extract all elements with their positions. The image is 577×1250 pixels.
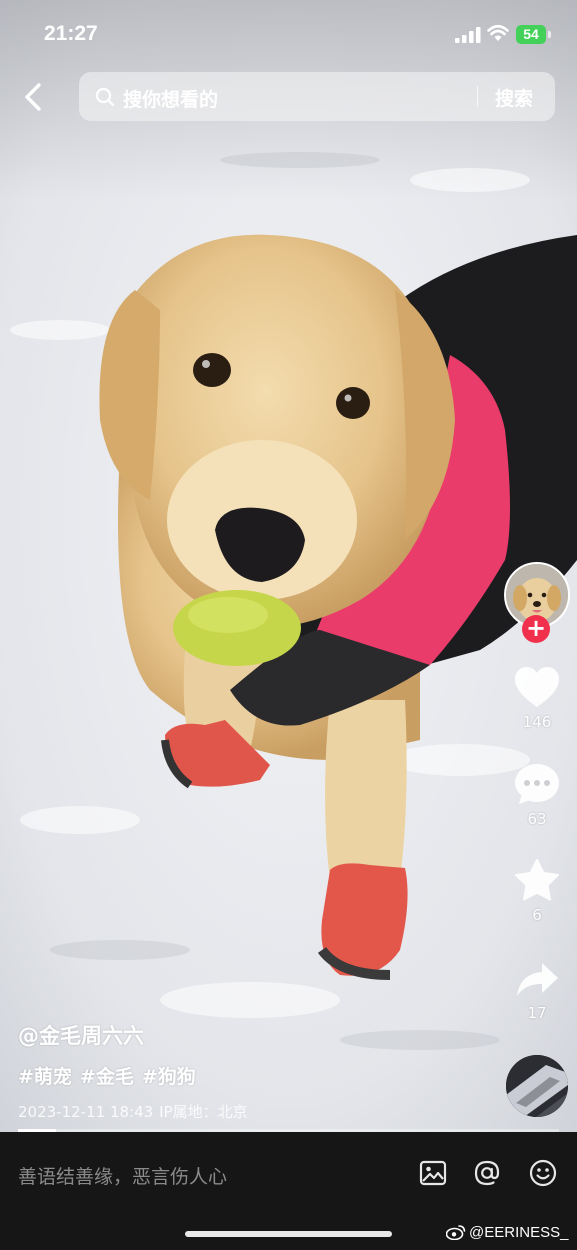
follow-button[interactable]: + bbox=[522, 615, 550, 643]
favorite-button[interactable]: 6 bbox=[507, 858, 567, 924]
search-button[interactable]: 搜索 bbox=[495, 84, 533, 111]
share-button[interactable]: 17 bbox=[507, 960, 567, 1022]
watermark-text: @EERINESS_ bbox=[469, 1224, 569, 1241]
ip-location: IP属地：北京 bbox=[159, 1103, 248, 1121]
favorite-count: 6 bbox=[532, 906, 542, 924]
post-date: 2023-12-11 18:43 bbox=[18, 1103, 154, 1121]
share-count: 17 bbox=[527, 1004, 547, 1022]
mention-icon[interactable] bbox=[472, 1158, 502, 1188]
video-frame[interactable] bbox=[0, 0, 577, 1132]
hashtag[interactable]: #金毛 bbox=[80, 1066, 134, 1088]
emoji-icon[interactable] bbox=[528, 1158, 558, 1188]
dog-in-snow-image bbox=[0, 0, 577, 1132]
comment-bubble-icon bbox=[515, 764, 559, 804]
share-arrow-icon bbox=[517, 963, 558, 996]
music-disc[interactable] bbox=[506, 1055, 568, 1117]
comment-bar: 善语结善缘，恶言伤人心 @EERINESS_ bbox=[0, 1132, 577, 1250]
search-icon bbox=[95, 87, 115, 107]
image-picker-icon[interactable] bbox=[418, 1158, 448, 1188]
search-divider bbox=[477, 86, 478, 107]
star-icon bbox=[515, 859, 559, 901]
like-count: 146 bbox=[522, 713, 552, 731]
hashtag[interactable]: #萌宠 bbox=[18, 1066, 72, 1088]
battery-level: 54 bbox=[516, 25, 546, 44]
music-cover-image bbox=[506, 1055, 568, 1117]
post-meta: 2023-12-11 18:43 IP属地：北京 bbox=[18, 1101, 248, 1122]
comment-count: 63 bbox=[527, 810, 547, 828]
search-input[interactable]: 搜你想看的 搜索 bbox=[79, 72, 555, 121]
plus-icon: + bbox=[525, 614, 547, 642]
home-indicator bbox=[185, 1231, 392, 1237]
cellular-signal-icon bbox=[455, 27, 481, 43]
comment-input[interactable]: 善语结善缘，恶言伤人心 bbox=[18, 1162, 227, 1189]
heart-icon bbox=[515, 667, 559, 707]
search-placeholder: 搜你想看的 bbox=[123, 89, 219, 111]
comment-button[interactable]: 63 bbox=[507, 762, 567, 828]
battery-cap bbox=[548, 31, 551, 38]
author-name[interactable]: @金毛周六六 bbox=[18, 1020, 144, 1050]
status-bar: 21:27 54 bbox=[0, 0, 577, 68]
wifi-icon bbox=[487, 24, 509, 41]
status-time: 21:27 bbox=[44, 22, 98, 45]
hashtag-list: #萌宠 #金毛 #狗狗 bbox=[18, 1062, 196, 1089]
weibo-logo-icon bbox=[446, 1225, 466, 1240]
hashtag[interactable]: #狗狗 bbox=[142, 1066, 196, 1088]
like-button[interactable]: 146 bbox=[507, 665, 567, 731]
back-arrow-icon[interactable] bbox=[18, 80, 50, 114]
watermark: @EERINESS_ bbox=[446, 1224, 568, 1241]
